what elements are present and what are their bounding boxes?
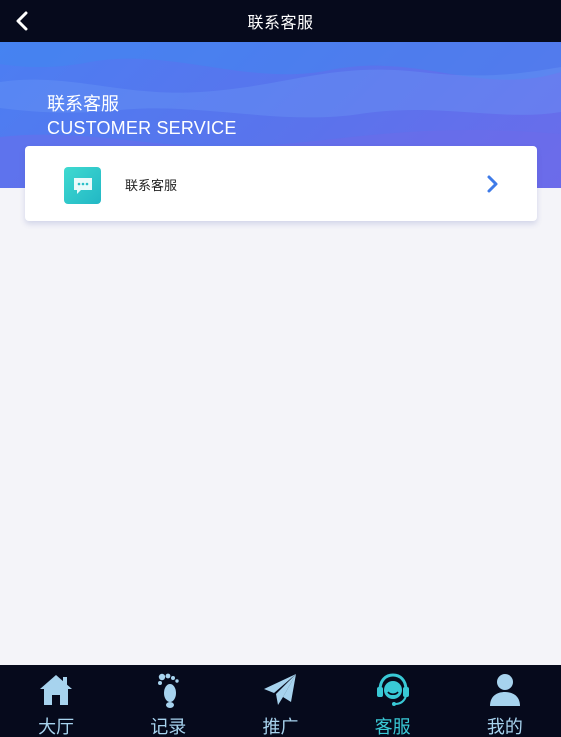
user-icon: [489, 674, 520, 706]
contact-service-label: 联系客服: [125, 179, 178, 194]
top-bar: 联系客服: [0, 0, 561, 42]
footprints-icon: [158, 673, 179, 708]
home-icon: [40, 675, 73, 705]
page-title: 联系客服: [247, 13, 314, 32]
tab-label: 记录: [150, 717, 187, 737]
chevron-right-icon: [487, 175, 498, 193]
paper-plane-icon: [264, 674, 297, 705]
tab-profile[interactable]: 我的: [449, 665, 561, 737]
tab-label: 推广: [262, 717, 299, 737]
tab-customer-service[interactable]: 客服: [337, 665, 449, 737]
banner-title: 联系客服: [47, 94, 119, 115]
banner-subtitle: CUSTOMER SERVICE: [47, 118, 237, 138]
contact-service-row[interactable]: 联系客服: [25, 146, 537, 221]
tab-label: 大厅: [38, 717, 75, 737]
chevron-left-icon: [16, 11, 28, 31]
tab-label: 我的: [486, 717, 523, 737]
headset-agent-icon: [376, 673, 409, 706]
tab-lobby[interactable]: 大厅: [0, 665, 112, 737]
back-button[interactable]: [6, 5, 38, 37]
tab-promotion[interactable]: 推广: [224, 665, 336, 737]
tab-label: 客服: [374, 717, 411, 737]
tab-records[interactable]: 记录: [112, 665, 224, 737]
chat-bubble-icon: [64, 167, 101, 204]
contact-card: 联系客服: [25, 146, 537, 221]
bottom-tab-bar: 大厅 记录 推广 客服 我的: [0, 665, 561, 737]
